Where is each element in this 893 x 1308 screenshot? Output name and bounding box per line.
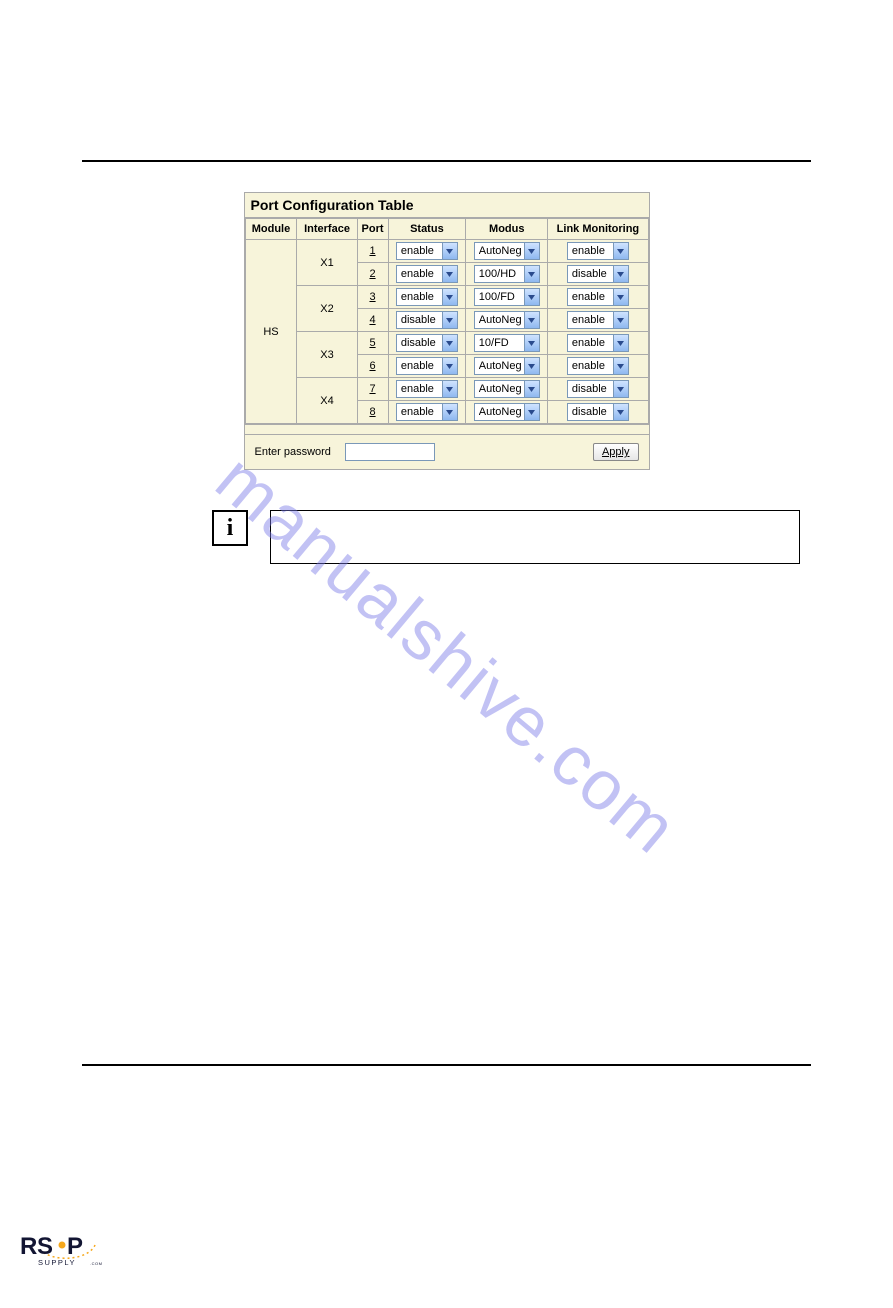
chevron-down-icon bbox=[442, 289, 457, 305]
chevron-down-icon bbox=[613, 358, 628, 374]
top-divider bbox=[82, 160, 811, 162]
status-select[interactable]: enable bbox=[396, 265, 458, 283]
chevron-down-icon bbox=[442, 335, 457, 351]
chevron-down-icon bbox=[613, 381, 628, 397]
chevron-down-icon bbox=[442, 358, 457, 374]
modus-select[interactable]: AutoNeg bbox=[474, 403, 540, 421]
chevron-down-icon bbox=[524, 381, 539, 397]
table-row: X4 7 enable AutoNeg disable bbox=[245, 378, 648, 401]
modus-select[interactable]: AutoNeg bbox=[474, 357, 540, 375]
svg-text:.COM: .COM bbox=[90, 1261, 102, 1266]
interface-cell: X1 bbox=[297, 240, 357, 286]
module-cell: HS bbox=[245, 240, 297, 424]
table-row: X2 3 enable 100/FD enable bbox=[245, 286, 648, 309]
chevron-down-icon bbox=[613, 243, 628, 259]
table-row: X3 5 disable 10/FD enable bbox=[245, 332, 648, 355]
status-select[interactable]: disable bbox=[396, 311, 458, 329]
modus-select[interactable]: 100/FD bbox=[474, 288, 540, 306]
port-link[interactable]: 4 bbox=[357, 309, 388, 332]
status-select[interactable]: enable bbox=[396, 403, 458, 421]
password-label: Enter password bbox=[255, 446, 331, 458]
modus-select[interactable]: AutoNeg bbox=[474, 242, 540, 260]
port-link[interactable]: 8 bbox=[357, 401, 388, 424]
note-box bbox=[270, 510, 800, 564]
table-row: HS X1 1 enable AutoNeg enable bbox=[245, 240, 648, 263]
info-note-row: i bbox=[212, 510, 811, 564]
table-spacer bbox=[245, 424, 649, 434]
port-link[interactable]: 6 bbox=[357, 355, 388, 378]
link-select[interactable]: disable bbox=[567, 380, 629, 398]
interface-cell: X3 bbox=[297, 332, 357, 378]
chevron-down-icon bbox=[442, 266, 457, 282]
chevron-down-icon bbox=[524, 335, 539, 351]
chevron-down-icon bbox=[613, 312, 628, 328]
chevron-down-icon bbox=[524, 289, 539, 305]
svg-text:R: R bbox=[20, 1233, 37, 1260]
col-link: Link Monitoring bbox=[548, 219, 648, 240]
chevron-down-icon bbox=[442, 243, 457, 259]
chevron-down-icon bbox=[524, 243, 539, 259]
col-modus: Modus bbox=[466, 219, 548, 240]
chevron-down-icon bbox=[524, 404, 539, 420]
port-config-table: Module Interface Port Status Modus Link … bbox=[245, 218, 649, 424]
port-link[interactable]: 3 bbox=[357, 286, 388, 309]
bottom-divider bbox=[82, 1064, 811, 1066]
col-status: Status bbox=[388, 219, 466, 240]
chevron-down-icon bbox=[442, 312, 457, 328]
status-select[interactable]: enable bbox=[396, 380, 458, 398]
modus-select[interactable]: AutoNeg bbox=[474, 311, 540, 329]
table-header-row: Module Interface Port Status Modus Link … bbox=[245, 219, 648, 240]
status-select[interactable]: enable bbox=[396, 242, 458, 260]
chevron-down-icon bbox=[442, 404, 457, 420]
port-link[interactable]: 2 bbox=[357, 263, 388, 286]
col-module: Module bbox=[245, 219, 297, 240]
chevron-down-icon bbox=[524, 266, 539, 282]
link-select[interactable]: enable bbox=[567, 242, 629, 260]
chevron-down-icon bbox=[613, 289, 628, 305]
link-select[interactable]: disable bbox=[567, 403, 629, 421]
status-select[interactable]: enable bbox=[396, 357, 458, 375]
password-input[interactable] bbox=[345, 443, 435, 461]
port-link[interactable]: 1 bbox=[357, 240, 388, 263]
interface-cell: X4 bbox=[297, 378, 357, 424]
link-select[interactable]: enable bbox=[567, 334, 629, 352]
chevron-down-icon bbox=[524, 312, 539, 328]
chevron-down-icon bbox=[613, 335, 628, 351]
chevron-down-icon bbox=[613, 404, 628, 420]
modus-select[interactable]: 10/FD bbox=[474, 334, 540, 352]
chevron-down-icon bbox=[524, 358, 539, 374]
modus-select[interactable]: AutoNeg bbox=[474, 380, 540, 398]
panel-title: Port Configuration Table bbox=[245, 193, 649, 218]
status-select[interactable]: enable bbox=[396, 288, 458, 306]
apply-button[interactable]: Apply bbox=[593, 443, 639, 461]
interface-cell: X2 bbox=[297, 286, 357, 332]
logo-subtext: SUPPLY bbox=[38, 1258, 76, 1267]
chevron-down-icon bbox=[442, 381, 457, 397]
col-port: Port bbox=[357, 219, 388, 240]
panel-footer: Enter password Apply bbox=[245, 434, 649, 469]
chevron-down-icon bbox=[613, 266, 628, 282]
port-link[interactable]: 7 bbox=[357, 378, 388, 401]
link-select[interactable]: disable bbox=[567, 265, 629, 283]
status-select[interactable]: disable bbox=[396, 334, 458, 352]
link-select[interactable]: enable bbox=[567, 357, 629, 375]
link-select[interactable]: enable bbox=[567, 288, 629, 306]
svg-text:P: P bbox=[67, 1233, 83, 1260]
col-interface: Interface bbox=[297, 219, 357, 240]
rsp-supply-logo: R S P SUPPLY .COM bbox=[20, 1225, 150, 1278]
port-link[interactable]: 5 bbox=[357, 332, 388, 355]
modus-select[interactable]: 100/HD bbox=[474, 265, 540, 283]
info-icon: i bbox=[212, 510, 248, 546]
svg-text:S: S bbox=[37, 1233, 53, 1260]
port-config-panel: Port Configuration Table Module Interfac… bbox=[244, 192, 650, 470]
link-select[interactable]: enable bbox=[567, 311, 629, 329]
